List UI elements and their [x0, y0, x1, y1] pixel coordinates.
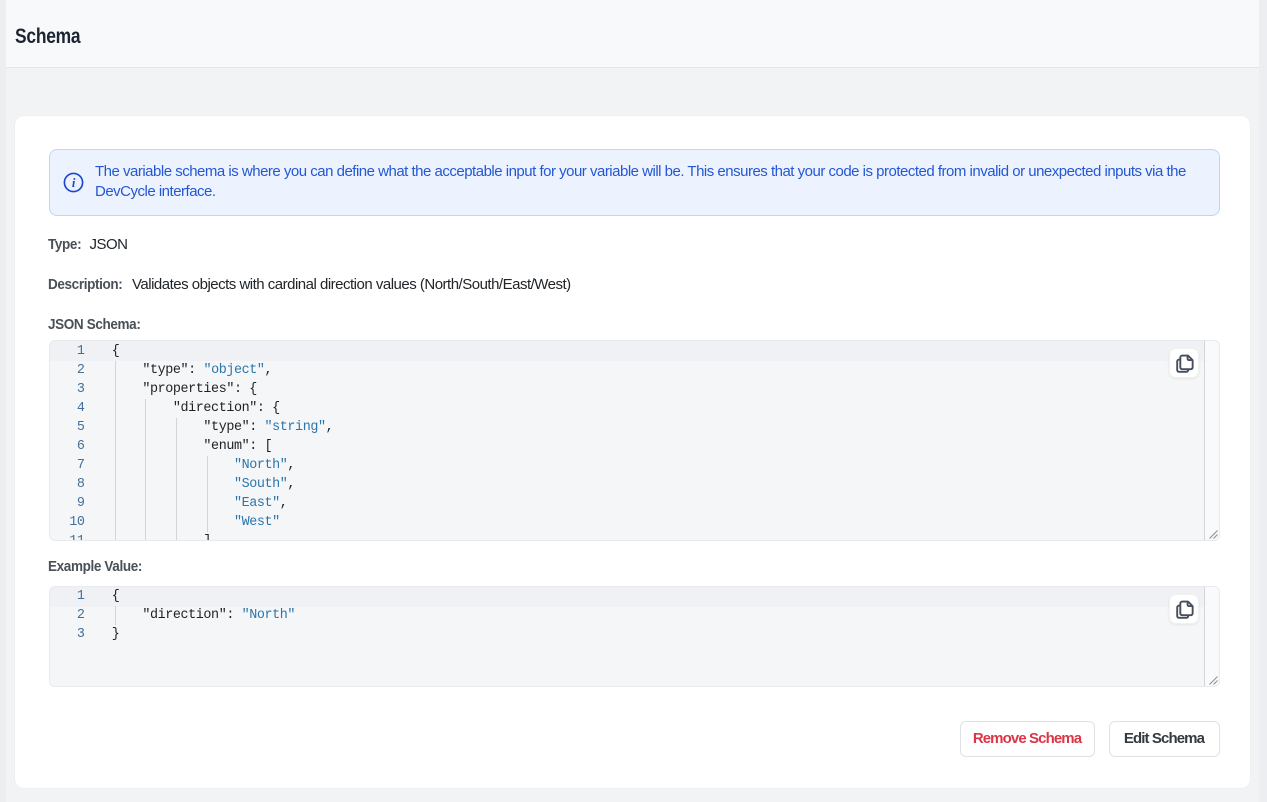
svg-text:i: i — [71, 176, 75, 190]
